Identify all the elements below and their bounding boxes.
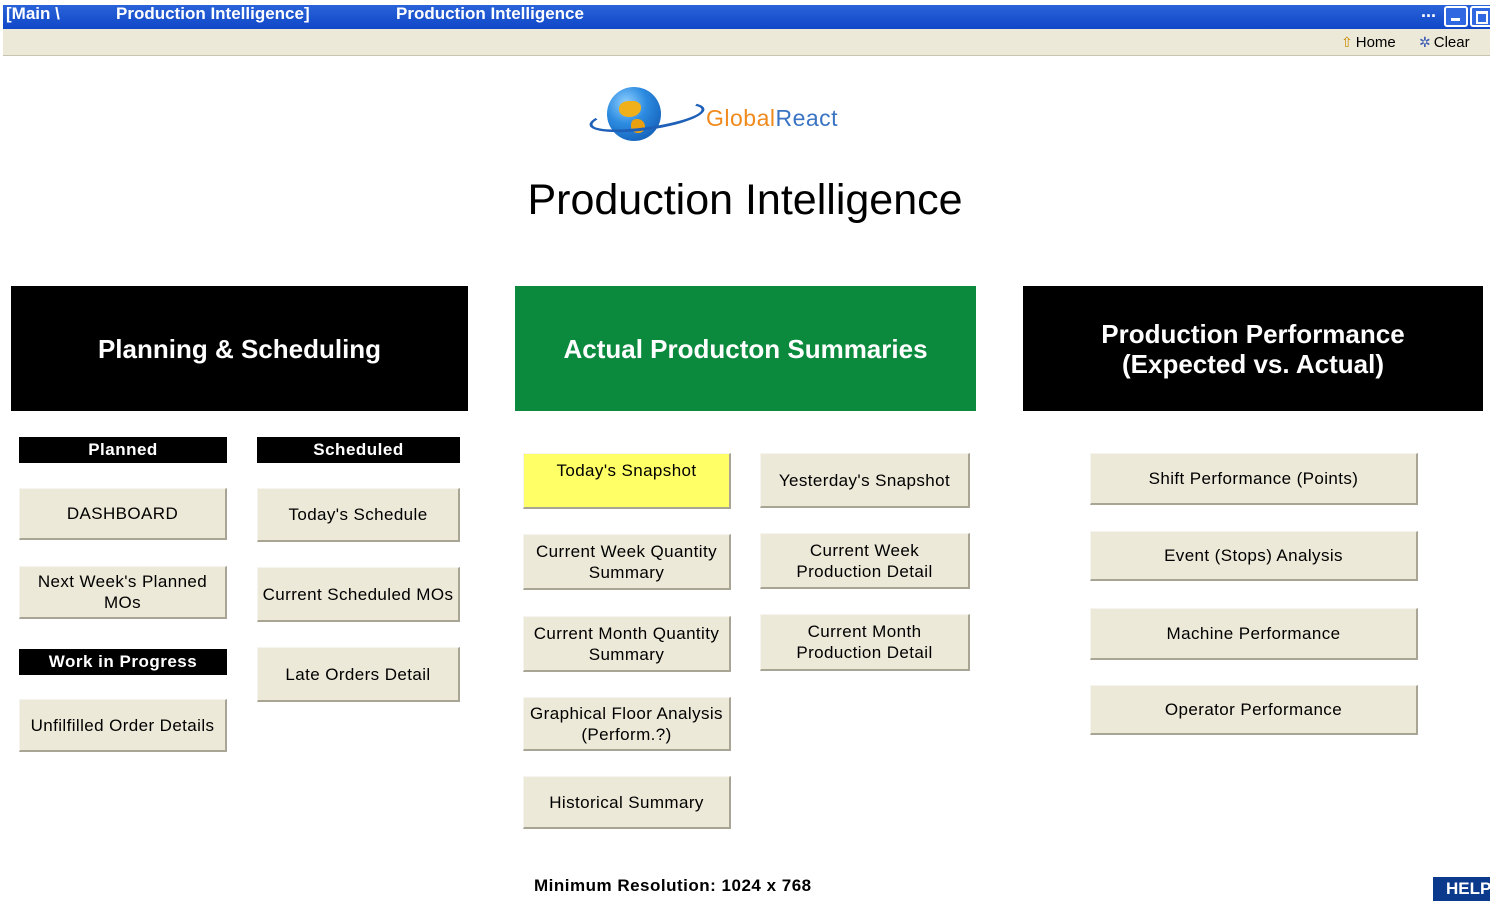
window-titlebar: [Main \ Production Intelligence] Product…: [3, 5, 1490, 29]
home-link[interactable]: ⇧ Home: [1341, 34, 1396, 51]
todays-schedule-button[interactable]: Today's Schedule: [257, 488, 460, 542]
page-title: Production Intelligence: [527, 176, 963, 224]
late-orders-detail-button[interactable]: Late Orders Detail: [257, 647, 460, 702]
actual-production-summaries-header[interactable]: Actual Producton Summaries: [515, 286, 976, 411]
clear-link[interactable]: ✲ Clear: [1419, 34, 1470, 51]
current-month-quantity-summary-button[interactable]: Current Month Quantity Summary: [523, 616, 731, 672]
tab-production-intelligence[interactable]: Production Intelligence]: [116, 5, 310, 22]
help-button[interactable]: HELP: [1433, 877, 1490, 901]
todays-snapshot-button[interactable]: Today's Snapshot: [523, 453, 731, 509]
production-performance-header[interactable]: Production Performance (Expected vs. Act…: [1023, 286, 1483, 411]
globalreact-logo: GlobalReact: [587, 84, 889, 144]
minimum-resolution-note: Minimum Resolution: 1024 x 768: [534, 876, 812, 895]
work-in-progress-header: Work in Progress: [19, 649, 227, 675]
window-title: Production Intelligence: [396, 5, 584, 23]
unfilled-order-details-button[interactable]: Unfilfilled Order Details: [19, 699, 227, 752]
operator-performance-button[interactable]: Operator Performance: [1090, 685, 1418, 735]
home-label: Home: [1355, 34, 1396, 51]
current-month-production-detail-button[interactable]: Current Month Production Detail: [760, 614, 970, 671]
planned-header: Planned: [19, 437, 227, 463]
toolbar: ⇧ Home ✲ Clear: [3, 29, 1490, 56]
production-performance-title: Production Performance: [1101, 318, 1405, 349]
current-scheduled-mos-button[interactable]: Current Scheduled MOs: [257, 567, 460, 622]
graphical-floor-analysis-button[interactable]: Graphical Floor Analysis (Perform.?): [523, 697, 731, 751]
minimize-icon[interactable]: [1444, 6, 1468, 27]
current-week-production-detail-button[interactable]: Current Week Production Detail: [760, 533, 970, 589]
clear-label: Clear: [1433, 34, 1470, 51]
yesterdays-snapshot-button[interactable]: Yesterday's Snapshot: [760, 453, 970, 508]
maximize-icon[interactable]: [1470, 6, 1490, 27]
planning-scheduling-header[interactable]: Planning & Scheduling: [11, 286, 468, 411]
page: [Main \ Production Intelligence] Product…: [0, 0, 1490, 901]
logo-text: GlobalReact: [706, 105, 839, 131]
tab-main[interactable]: [Main \: [6, 5, 60, 22]
current-week-quantity-summary-button[interactable]: Current Week Quantity Summary: [523, 534, 731, 590]
scheduled-header: Scheduled: [257, 437, 460, 463]
next-week-planned-mos-button[interactable]: Next Week's Planned MOs: [19, 566, 227, 619]
shift-performance-button[interactable]: Shift Performance (Points): [1090, 453, 1418, 505]
production-performance-subtitle: (Expected vs. Actual): [1121, 348, 1384, 379]
event-stops-analysis-button[interactable]: Event (Stops) Analysis: [1090, 531, 1418, 581]
more-menu[interactable]: ...: [1421, 5, 1436, 20]
machine-performance-button[interactable]: Machine Performance: [1090, 608, 1418, 660]
historical-summary-button[interactable]: Historical Summary: [523, 776, 731, 829]
dashboard-button[interactable]: DASHBOARD: [19, 488, 227, 540]
home-icon: ⇧: [1341, 34, 1353, 50]
clear-icon: ✲: [1419, 34, 1431, 50]
